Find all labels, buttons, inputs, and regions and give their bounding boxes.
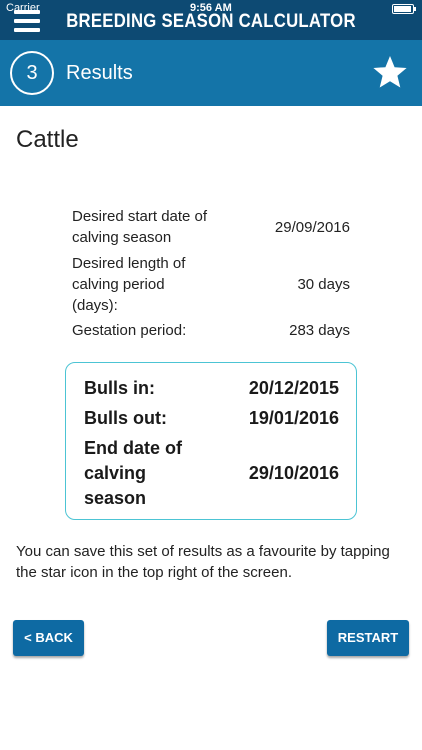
star-icon[interactable] [372,54,408,90]
result-label: Bulls out: [84,407,167,428]
title-bar: Carrier 9:56 AM BREEDING SEASON CALCULAT… [0,0,422,40]
input-summary: Desired start date of calving season 29/… [72,206,350,342]
input-label: Desired start date of calving season [72,208,208,246]
result-row: End date of calving season 29/10/2016 [84,435,339,511]
result-label: End date of calving season [84,437,182,508]
species-title: Cattle [16,126,79,153]
result-value: 19/01/2016 [248,407,339,428]
input-label: Gestation period: [72,321,187,339]
input-label: Desired length of calving period (days): [72,254,186,314]
input-value: 283 days [289,321,350,339]
app-title: BREEDING SEASON CALCULATOR [66,11,356,32]
favourite-hint: You can save this set of results as a fa… [16,543,390,581]
result-row: Bulls in: 20/12/2015 [84,375,339,401]
result-value: 29/10/2016 [248,462,339,483]
step-title: Results [66,62,133,84]
step-number: 3 [10,51,54,95]
result-row: Bulls out: 19/01/2016 [84,403,339,433]
step-header: 3 Results [0,40,422,106]
input-row: Desired length of calving period (days):… [72,252,350,316]
input-value: 30 days [297,275,350,293]
results-box: Bulls in: 20/12/2015 Bulls out: 19/01/20… [65,362,357,520]
back-button[interactable]: < BACK [13,620,84,656]
input-row: Gestation period: 283 days [72,318,350,342]
input-row: Desired start date of calving season 29/… [72,206,350,248]
result-label: Bulls in: [84,377,155,398]
input-value: 29/09/2016 [274,218,350,236]
restart-button[interactable]: RESTART [327,620,409,656]
result-value: 20/12/2015 [248,377,339,398]
